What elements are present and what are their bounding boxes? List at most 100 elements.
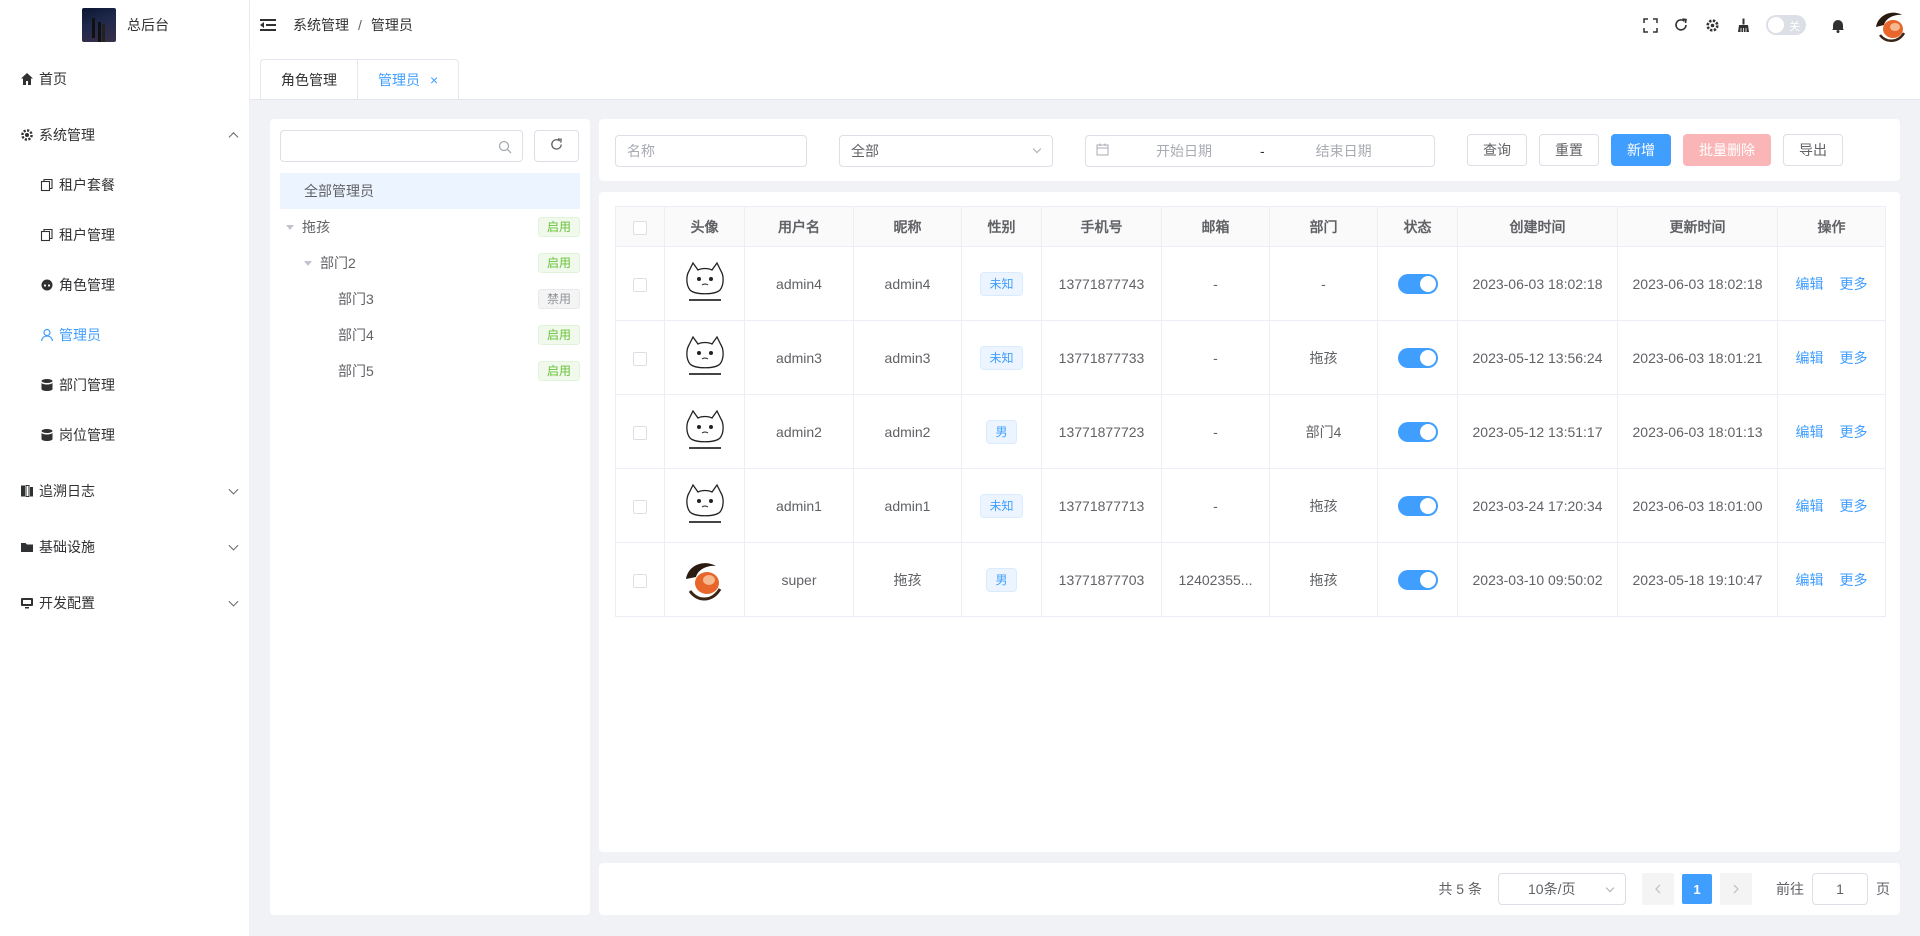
tree-refresh-button[interactable] bbox=[534, 130, 579, 162]
sidebar-item-label: 部门管理 bbox=[59, 377, 115, 393]
page-size-select[interactable]: 10条/页 bbox=[1498, 873, 1626, 905]
status-switch[interactable] bbox=[1397, 421, 1438, 442]
created-cell: 2023-05-12 13:56:24 bbox=[1457, 320, 1618, 395]
sidebar-item-infra[interactable]: 基础设施 bbox=[0, 522, 249, 572]
more-link[interactable]: 更多 bbox=[1840, 350, 1868, 366]
more-link[interactable]: 更多 bbox=[1840, 498, 1868, 514]
collapse-menu-icon[interactable] bbox=[260, 18, 276, 32]
table-header-row: 头像 用户名 昵称 性别 手机号 邮箱 部门 状态 创建时间 更新时间 操作 bbox=[615, 206, 1886, 247]
tab-admin[interactable]: 管理员 × bbox=[357, 60, 458, 100]
column-header: 性别 bbox=[961, 206, 1042, 247]
tree-node-all[interactable]: 全部管理员 bbox=[280, 173, 580, 209]
breadcrumb-item[interactable]: 系统管理 bbox=[293, 15, 349, 35]
row-checkbox[interactable] bbox=[633, 351, 647, 366]
user-avatar[interactable] bbox=[1870, 5, 1910, 45]
page-suffix: 页 bbox=[1876, 881, 1890, 897]
add-button[interactable]: 新增 bbox=[1611, 134, 1671, 166]
tree-node[interactable]: 部门5 启用 bbox=[280, 353, 580, 389]
phone-cell: 13771877723 bbox=[1041, 394, 1162, 469]
select-all-checkbox[interactable] bbox=[633, 220, 647, 235]
sidebar-item-label: 角色管理 bbox=[59, 277, 115, 293]
sidebar-item-role[interactable]: 角色管理 bbox=[0, 260, 249, 310]
row-checkbox[interactable] bbox=[633, 573, 647, 588]
email-cell: - bbox=[1161, 320, 1270, 395]
tree-node[interactable]: 部门4 启用 bbox=[280, 317, 580, 353]
bell-icon[interactable] bbox=[1830, 17, 1846, 33]
edit-link[interactable]: 编辑 bbox=[1796, 350, 1824, 366]
theme-toggle[interactable]: 关 bbox=[1766, 15, 1806, 35]
sidebar-item-label: 系统管理 bbox=[39, 127, 95, 143]
status-switch[interactable] bbox=[1397, 273, 1438, 294]
breadcrumb-item: 管理员 bbox=[370, 17, 413, 33]
close-icon[interactable]: × bbox=[430, 72, 438, 88]
edit-link[interactable]: 编辑 bbox=[1796, 572, 1824, 588]
sidebar-item-admin[interactable]: 管理员 bbox=[0, 310, 249, 360]
table-row: admin2 admin2 男 13771877723 - 部门4 2023-0… bbox=[615, 394, 1886, 469]
row-checkbox[interactable] bbox=[633, 277, 647, 292]
tree-search-input[interactable] bbox=[280, 130, 523, 162]
log-icon bbox=[20, 484, 34, 498]
reset-button[interactable]: 重置 bbox=[1539, 134, 1599, 166]
tree-node[interactable]: 部门2 启用 bbox=[280, 245, 580, 281]
batch-delete-button[interactable]: 批量删除 bbox=[1683, 134, 1771, 166]
query-button[interactable]: 查询 bbox=[1467, 134, 1527, 166]
sidebar-item-log[interactable]: 追溯日志 bbox=[0, 466, 249, 516]
more-link[interactable]: 更多 bbox=[1840, 276, 1868, 292]
sidebar-item-post[interactable]: 岗位管理 bbox=[0, 410, 249, 460]
updated-cell: 2023-06-03 18:01:21 bbox=[1617, 320, 1778, 395]
edit-link[interactable]: 编辑 bbox=[1796, 276, 1824, 292]
caret-down-icon[interactable] bbox=[286, 224, 294, 230]
prev-page-button[interactable] bbox=[1642, 873, 1674, 905]
table-row: super 拖孩 男 13771877703 12402355... 拖孩 20… bbox=[615, 542, 1886, 617]
username-cell: super bbox=[744, 542, 854, 617]
date-range-picker[interactable]: 开始日期 - 结束日期 bbox=[1085, 135, 1435, 167]
tree-node[interactable]: 拖孩 启用 bbox=[280, 209, 580, 245]
sidebar-item-dept[interactable]: 部门管理 bbox=[0, 360, 249, 410]
avatar-cat-image bbox=[679, 406, 730, 457]
fullscreen-icon[interactable] bbox=[1642, 17, 1658, 33]
status-switch[interactable] bbox=[1397, 495, 1438, 516]
next-page-button[interactable] bbox=[1720, 873, 1752, 905]
tree-node[interactable]: 部门3 禁用 bbox=[280, 281, 580, 317]
button-label: 重置 bbox=[1555, 142, 1583, 158]
select-all-cell[interactable] bbox=[615, 206, 665, 247]
sidebar-item-tenant[interactable]: 租户管理 bbox=[0, 210, 249, 260]
sidebar-item-dev[interactable]: 开发配置 bbox=[0, 578, 249, 628]
row-checkbox[interactable] bbox=[633, 499, 647, 514]
refresh-icon[interactable] bbox=[1673, 17, 1689, 33]
settings-gear-icon[interactable] bbox=[1704, 17, 1720, 33]
tab-role[interactable]: 角色管理 bbox=[261, 60, 357, 100]
sidebar-item-home[interactable]: 首页 bbox=[0, 54, 249, 104]
phone-cell: 13771877703 bbox=[1041, 542, 1162, 617]
status-switch[interactable] bbox=[1397, 569, 1438, 590]
sidebar-item-system[interactable]: 系统管理 bbox=[0, 110, 249, 160]
more-link[interactable]: 更多 bbox=[1840, 572, 1868, 588]
caret-down-icon[interactable] bbox=[304, 260, 312, 266]
goto-page-input[interactable]: 1 bbox=[1812, 873, 1868, 905]
row-checkbox[interactable] bbox=[633, 425, 647, 440]
page-number-current[interactable]: 1 bbox=[1682, 874, 1712, 904]
clean-brush-icon[interactable] bbox=[1735, 17, 1751, 33]
logo[interactable]: 总后台 bbox=[0, 0, 249, 50]
created-cell: 2023-03-10 09:50:02 bbox=[1457, 542, 1618, 617]
chevron-left-icon bbox=[1654, 881, 1662, 897]
more-link[interactable]: 更多 bbox=[1840, 424, 1868, 440]
role-icon bbox=[40, 278, 54, 292]
nickname-cell: 拖孩 bbox=[853, 542, 962, 617]
sidebar-item-tenant-package[interactable]: 租户套餐 bbox=[0, 160, 249, 210]
status-switch[interactable] bbox=[1397, 347, 1438, 368]
updated-cell: 2023-06-03 18:01:13 bbox=[1617, 394, 1778, 469]
monitor-icon bbox=[20, 596, 34, 610]
sidebar: 总后台 首页 系统管理 租户套餐 租户管理 角色管理 管理员 部门管理 岗位管理… bbox=[0, 0, 250, 936]
breadcrumb-separator: / bbox=[358, 17, 362, 33]
edit-link[interactable]: 编辑 bbox=[1796, 498, 1824, 514]
edit-link[interactable]: 编辑 bbox=[1796, 424, 1824, 440]
name-input[interactable]: 名称 bbox=[615, 135, 807, 167]
database-icon bbox=[40, 428, 54, 442]
app-title: 总后台 bbox=[127, 17, 169, 33]
top-header: 系统管理 / 管理员 关 bbox=[250, 0, 1920, 50]
status-select[interactable]: 全部 bbox=[839, 135, 1053, 167]
export-button[interactable]: 导出 bbox=[1783, 134, 1843, 166]
sidebar-item-label: 基础设施 bbox=[39, 539, 95, 555]
created-cell: 2023-03-24 17:20:34 bbox=[1457, 468, 1618, 543]
